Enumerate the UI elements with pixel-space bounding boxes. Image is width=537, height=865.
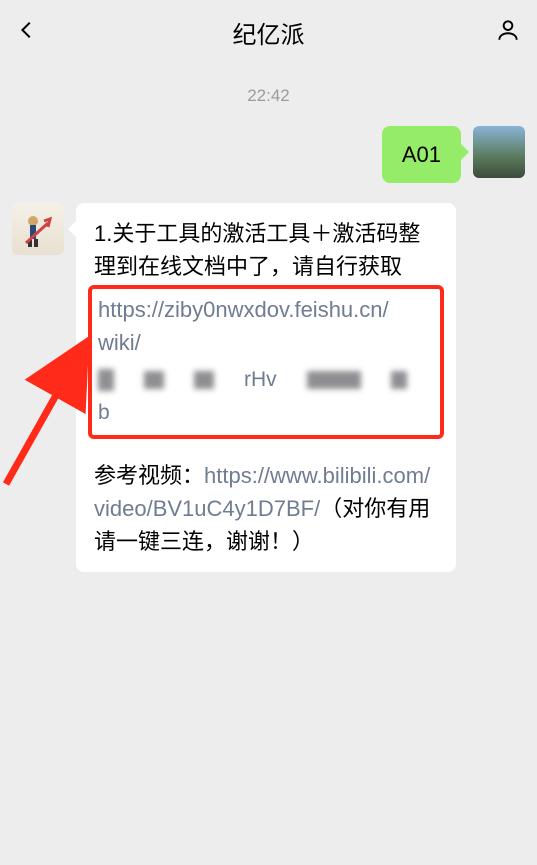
message-row-incoming: 1.关于工具的激活工具＋激活码整理到在线文档中了，请自行获取 https://z… [0, 199, 537, 588]
message-row-outgoing: A01 [0, 122, 537, 199]
timestamp: 22:42 [0, 74, 537, 122]
contact-info-icon[interactable] [495, 17, 521, 48]
avatar-self[interactable] [473, 126, 525, 178]
chat-title: 纪亿派 [233, 15, 305, 50]
censored-mid-text: rHv [244, 364, 277, 396]
ref-label: 参考视频： [94, 463, 204, 488]
bubble-incoming[interactable]: 1.关于工具的激活工具＋激活码整理到在线文档中了，请自行获取 https://z… [76, 203, 456, 572]
incoming-link1a[interactable]: https://ziby0nwxdov.feishu.cn/ [98, 293, 434, 326]
back-icon[interactable] [16, 19, 38, 46]
censored-row: rHv [98, 365, 434, 395]
avatar-contact[interactable] [12, 203, 64, 255]
chat-area: 22:42 A01 1.关于工具的激活工具＋激活码整理到在线文档中了，请自行获取… [0, 64, 537, 598]
censor-block [307, 371, 361, 389]
censor-block [194, 371, 214, 389]
highlighted-link-box: https://ziby0nwxdov.feishu.cn/ wiki/ rHv… [88, 285, 444, 439]
incoming-link1b[interactable]: wiki/ [98, 326, 434, 359]
incoming-line1: 1.关于工具的激活工具＋激活码整理到在线文档中了，请自行获取 [94, 217, 438, 283]
reference-paragraph: 参考视频：https://www.bilibili.com/video/BV1u… [94, 459, 438, 558]
censor-block [391, 371, 407, 389]
censored-tail: b [98, 397, 434, 429]
chat-header: 纪亿派 [0, 0, 537, 64]
censor-block [144, 371, 164, 389]
bubble-outgoing[interactable]: A01 [382, 126, 461, 183]
censor-block [98, 369, 114, 391]
outgoing-text: A01 [402, 142, 441, 167]
